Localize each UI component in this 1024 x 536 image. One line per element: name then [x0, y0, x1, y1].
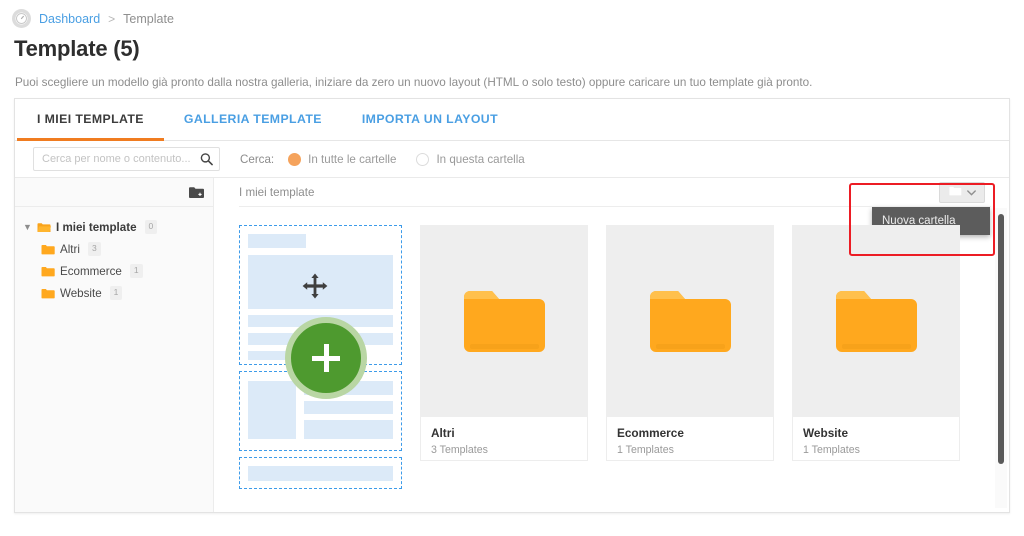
tab-importa-un-layout[interactable]: IMPORTA UN LAYOUT	[342, 98, 518, 140]
tree-item-label: Website	[60, 286, 102, 300]
folder-card-count: 1 Templates	[803, 444, 860, 456]
search-input[interactable]	[34, 153, 219, 165]
folder-card-title: Altri	[431, 426, 455, 440]
template-grid: Altri 3 Templates Ecommerce 1 Templates …	[239, 225, 960, 489]
scrollbar-thumb[interactable]	[998, 214, 1004, 464]
tree-item-label: I miei template	[56, 220, 137, 234]
current-folder-label: I miei template	[239, 186, 315, 199]
sidebar-toolbar	[15, 178, 213, 207]
page-title: Template (5)	[14, 36, 140, 61]
breadcrumb-current: Template	[123, 11, 174, 26]
folder-icon	[835, 291, 917, 352]
tree-item-i-miei-template[interactable]: ▼ I miei template 0	[23, 216, 213, 238]
move-arrows-icon	[302, 273, 328, 299]
layout-fill	[248, 466, 393, 481]
tree-item-count: 1	[129, 264, 143, 278]
folder-card-title: Website	[803, 426, 849, 440]
search-scope-options: In tutte le cartelle In questa cartella	[288, 152, 525, 166]
page-subtitle: Puoi scegliere un modello già pronto dal…	[15, 76, 813, 89]
chevron-down-icon[interactable]: ▼	[23, 222, 32, 232]
content-area: I miei template Nuova cartella Altri 3 T…	[214, 178, 1009, 512]
folder-icon	[463, 291, 545, 352]
search-box[interactable]	[33, 147, 220, 171]
folder-card-count: 1 Templates	[617, 444, 674, 456]
new-template-card[interactable]	[239, 225, 402, 489]
folder-card-count: 3 Templates	[431, 444, 488, 456]
tree-item-label: Altri	[60, 242, 80, 256]
radio-label: In tutte le cartelle	[308, 152, 397, 166]
folder-card-footer: Website 1 Templates	[792, 417, 960, 461]
folder-card-altri[interactable]: Altri 3 Templates	[420, 225, 588, 469]
search-bar: Cerca: In tutte le cartelle In questa ca…	[15, 141, 1009, 178]
folder-card-ecommerce[interactable]: Ecommerce 1 Templates	[606, 225, 774, 469]
radio-dot	[416, 152, 430, 166]
folder-icon	[649, 291, 731, 352]
search-scope-label: Cerca:	[240, 152, 275, 166]
add-template-button[interactable]	[285, 317, 367, 399]
folder-card-thumbnail	[792, 225, 960, 417]
folder-icon	[948, 186, 962, 199]
dashboard-gauge-icon	[12, 9, 31, 28]
folder-card-thumbnail	[606, 225, 774, 417]
layout-fill	[304, 401, 393, 414]
tree-item-label: Ecommerce	[60, 264, 122, 278]
tree-item-count: 0	[144, 220, 158, 234]
breadcrumb-separator: >	[108, 11, 116, 26]
folder-card-thumbnail	[420, 225, 588, 417]
tab-bar: I MIEI TEMPLATE GALLERIA TEMPLATE IMPORT…	[15, 98, 1009, 141]
breadcrumb: Dashboard > Template	[12, 9, 174, 28]
chevron-down-icon	[966, 186, 976, 199]
tree-item-altri[interactable]: Altri 3	[23, 238, 213, 260]
panel-body: ▼ I miei template 0 Altri 3 Ecommerce 1 …	[15, 178, 1009, 512]
tree-item-count: 1	[109, 286, 123, 300]
folder-icon	[41, 244, 55, 255]
folder-sidebar: ▼ I miei template 0 Altri 3 Ecommerce 1 …	[15, 178, 214, 512]
folder-card-title: Ecommerce	[617, 426, 684, 440]
radio-in-tutte-le-cartelle[interactable]: In tutte le cartelle	[288, 152, 397, 166]
layout-fill	[248, 234, 306, 248]
folder-tree: ▼ I miei template 0 Altri 3 Ecommerce 1 …	[15, 207, 213, 304]
folder-card-footer: Altri 3 Templates	[420, 417, 588, 461]
search-icon[interactable]	[200, 153, 213, 166]
radio-dot	[288, 152, 302, 166]
new-folder-dropdown: Nuova cartella	[872, 182, 990, 235]
radio-label: In questa cartella	[436, 152, 525, 166]
tree-item-website[interactable]: Website 1	[23, 282, 213, 304]
main-panel: I MIEI TEMPLATE GALLERIA TEMPLATE IMPORT…	[14, 98, 1010, 513]
template-page: Dashboard > Template Template (5) Puoi s…	[0, 0, 1024, 536]
folder-icon	[41, 288, 55, 299]
layout-fill	[248, 381, 296, 439]
folder-plus-icon[interactable]	[188, 185, 205, 200]
folder-card-website[interactable]: Website 1 Templates	[792, 225, 960, 469]
breadcrumb-link-dashboard[interactable]: Dashboard	[39, 12, 100, 26]
tab-i-miei-template[interactable]: I MIEI TEMPLATE	[17, 98, 164, 141]
radio-in-questa-cartella[interactable]: In questa cartella	[416, 152, 525, 166]
tab-galleria-template[interactable]: GALLERIA TEMPLATE	[164, 98, 342, 140]
folder-open-icon	[37, 222, 51, 233]
folder-card-footer: Ecommerce 1 Templates	[606, 417, 774, 461]
content-header: I miei template Nuova cartella	[214, 178, 1009, 235]
layout-fill	[304, 420, 393, 439]
tree-item-count: 3	[87, 242, 101, 256]
new-folder-dropdown-button[interactable]	[939, 182, 985, 203]
tree-item-ecommerce[interactable]: Ecommerce 1	[23, 260, 213, 282]
folder-icon	[41, 266, 55, 277]
